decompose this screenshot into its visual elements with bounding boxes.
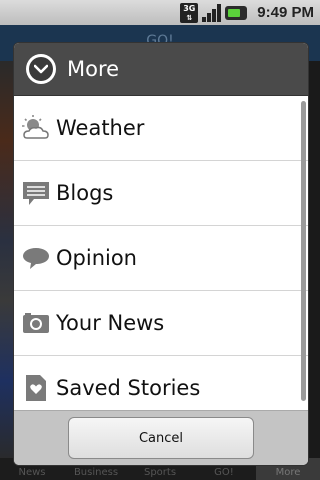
menu-item-your-news[interactable]: Your News (14, 291, 308, 356)
more-dialog: More Weather Blogs Opinion Your News Sav… (14, 43, 308, 465)
camera-icon (21, 309, 50, 338)
menu-item-opinion[interactable]: Opinion (14, 226, 308, 291)
menu-item-label: Blogs (56, 181, 114, 205)
menu-item-blogs[interactable]: Blogs (14, 161, 308, 226)
battery-icon (225, 5, 248, 20)
menu-item-label: Saved Stories (56, 376, 201, 400)
opinion-icon (21, 244, 50, 273)
status-bar: 3G ⇅ 9:49 PM (0, 0, 320, 25)
cancel-button[interactable]: Cancel (68, 417, 254, 459)
dialog-header: More (14, 43, 308, 96)
menu-item-saved-stories[interactable]: Saved Stories (14, 356, 308, 410)
chevron-down-circle-icon (26, 54, 56, 84)
menu-item-label: Your News (56, 311, 165, 335)
network-3g-icon: 3G ⇅ (180, 2, 199, 23)
weather-icon (21, 114, 50, 143)
background-content (0, 61, 14, 461)
status-time: 9:49 PM (257, 4, 314, 21)
scrollbar[interactable] (301, 101, 306, 401)
menu-item-label: Opinion (56, 246, 137, 270)
dialog-footer: Cancel (14, 410, 308, 465)
menu-item-label: Weather (56, 116, 145, 140)
signal-strength-icon (202, 3, 222, 22)
blogs-icon (21, 179, 50, 208)
menu-list: Weather Blogs Opinion Your News Saved St… (14, 96, 308, 410)
network-type-label: 3G (183, 3, 196, 13)
saved-stories-icon (21, 374, 50, 403)
dialog-title: More (67, 57, 120, 81)
menu-item-weather[interactable]: Weather (14, 96, 308, 161)
